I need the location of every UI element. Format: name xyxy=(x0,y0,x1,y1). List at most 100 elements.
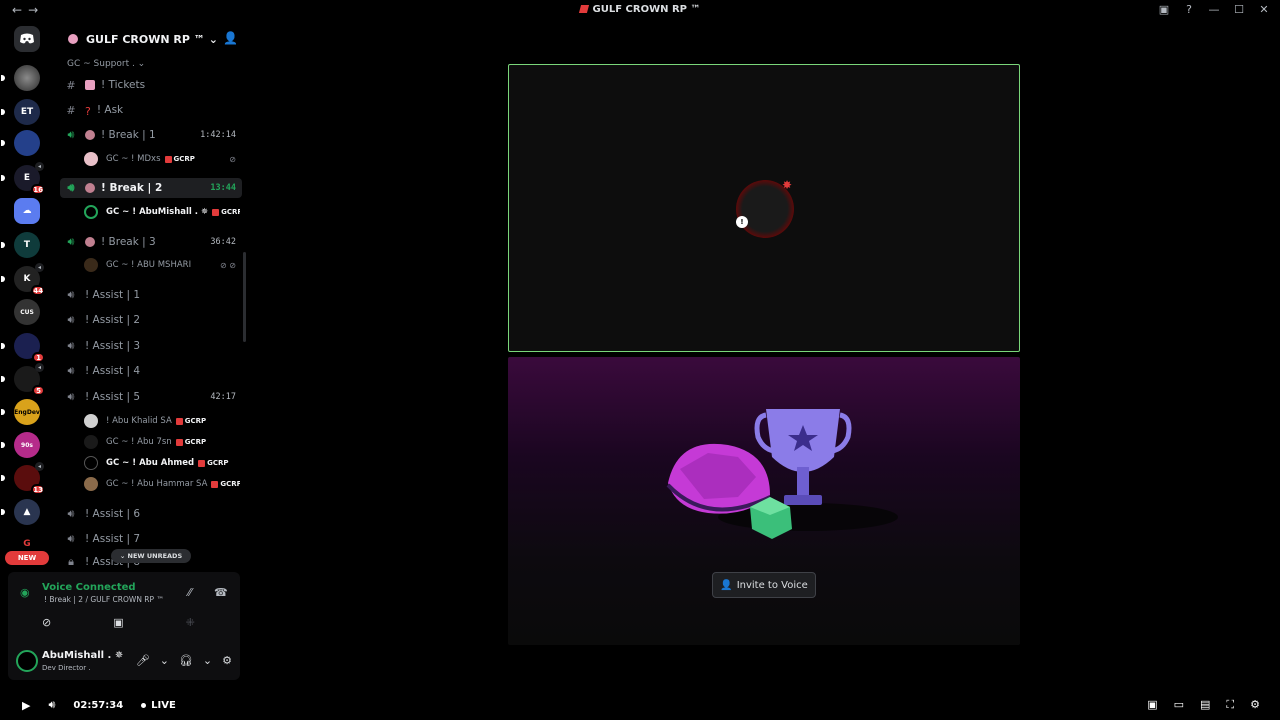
question-icon: ? xyxy=(85,105,91,118)
fullscreen-icon[interactable]: ⛶ xyxy=(1226,698,1234,712)
voice-user[interactable]: GC ~ ! ABU MSHARI ⊘ ⊘ xyxy=(84,256,240,274)
server-icon-teal[interactable]: T xyxy=(1,232,40,258)
server-icon-dark[interactable]: ◂ 5 xyxy=(1,363,45,396)
avatar xyxy=(84,258,98,272)
server-icon-sword[interactable]: 1 xyxy=(1,333,45,363)
server-icon-et2[interactable]: E ◂ 16 xyxy=(1,162,45,195)
voice-user[interactable]: GC ~ ! Abu 7sn GCRP xyxy=(84,433,240,451)
avatar xyxy=(84,152,98,166)
headphones-icon[interactable]: 🎧︎ xyxy=(179,654,193,667)
help-icon[interactable]: ? xyxy=(1183,3,1195,16)
channel-timer: 13:44 xyxy=(210,183,236,193)
hashtag-icon: # xyxy=(66,103,76,117)
server-icon-back90s[interactable]: 90s xyxy=(1,432,40,458)
screen-share-icon[interactable]: ▣ xyxy=(1158,3,1170,16)
close-button[interactable]: ✕ xyxy=(1258,3,1270,16)
speaker-icon: 🔊︎ xyxy=(67,313,75,326)
guild-tag: GCRP xyxy=(175,417,206,425)
channel-label: ! Break | 1 xyxy=(101,129,156,141)
speaker-icon: 🔊︎ xyxy=(67,288,75,301)
server-icon-blue[interactable] xyxy=(1,130,40,156)
theater-icon[interactable]: ▭ xyxy=(1174,698,1184,712)
channel-assist-4[interactable]: 🔊︎ ! Assist | 4 xyxy=(60,361,242,381)
user-panel: AbuMishall . ✵ Dev Director . 🎤︎ ⌄ 🎧︎ ⌄ … xyxy=(16,648,236,674)
channel-label: ! Assist | 4 xyxy=(85,365,141,377)
channel-assist-1[interactable]: 🔊︎ ! Assist | 1 xyxy=(60,285,242,305)
envelope-icon xyxy=(85,80,95,90)
server-icon-customs[interactable]: CUS xyxy=(14,299,40,325)
user-name: GC ~ ! AbuMishall . ✵ xyxy=(106,207,209,217)
guild-tag: GCRP xyxy=(212,208,240,216)
channel-label: ! Assist | 3 xyxy=(85,340,141,352)
category-support[interactable]: GC ~ Support . ⌄ xyxy=(67,59,145,69)
server-icon-engdev[interactable]: EngDev xyxy=(1,399,40,425)
channel-emoji-icon xyxy=(85,130,95,140)
voice-stage-tile[interactable]: ✸ ! xyxy=(508,64,1020,352)
microphone-icon[interactable]: 🎤︎ xyxy=(136,654,150,667)
avatar xyxy=(84,435,98,449)
server-icon-et[interactable]: ET xyxy=(1,99,40,125)
channel-break-2[interactable]: 🔊︎ ! Break | 2 13:44 xyxy=(60,178,242,198)
new-servers-pill[interactable]: NEW xyxy=(5,551,49,565)
channel-timer: 36:42 xyxy=(210,237,236,247)
server-icon-mountain[interactable]: ▲ xyxy=(1,499,40,525)
gear-icon[interactable]: ⚙ xyxy=(1250,698,1260,712)
minimize-button[interactable]: — xyxy=(1208,3,1220,16)
maximize-button[interactable]: ☐ xyxy=(1233,3,1245,16)
disconnect-icon[interactable]: ☎ xyxy=(214,586,228,599)
voice-user[interactable]: GC ~ ! Abu Hammar SA GCRP xyxy=(84,475,240,493)
miniplayer-icon[interactable]: ▣ xyxy=(1147,698,1157,712)
chevron-down-icon[interactable]: ⌄ xyxy=(203,654,212,667)
server-icon-red[interactable]: ◂ 13 xyxy=(1,462,45,495)
player-controls: ▶ 🔊︎ 02:57:34 LIVE xyxy=(22,698,176,712)
server-icon-kd[interactable]: K ◂ 44 xyxy=(1,263,45,296)
voice-user[interactable]: ! Abu Khalid SA GCRP xyxy=(84,412,240,430)
channel-timer: 42:17 xyxy=(210,392,236,402)
voice-user[interactable]: GC ~ ! MDxs GCRP ⊘ xyxy=(84,150,240,168)
channel-break-1[interactable]: 🔊︎ ! Break | 1 1:42:14 xyxy=(60,125,242,145)
channel-assist-2[interactable]: 🔊︎ ! Assist | 2 xyxy=(60,310,242,330)
avatar[interactable] xyxy=(16,650,38,672)
activities-icon[interactable]: ⁜ xyxy=(186,616,195,629)
channel-break-3[interactable]: 🔊︎ ! Break | 3 36:42 xyxy=(60,232,242,252)
turtle-trophy-illustration xyxy=(666,409,898,539)
gear-icon[interactable]: ⚙ xyxy=(222,654,232,667)
guild-logo-icon xyxy=(578,5,589,13)
channel-scrollbar[interactable] xyxy=(243,252,246,342)
channel-label: ! Assist | 7 xyxy=(85,533,141,545)
channel-tickets[interactable]: # ! Tickets xyxy=(60,75,242,95)
add-member-icon[interactable]: 👤 xyxy=(223,31,238,45)
window-title: GULF CROWN RP ™ xyxy=(0,4,1280,15)
noise-suppression-icon[interactable]: ⁄⁄ xyxy=(188,586,192,599)
speaker-icon: 🔊︎ xyxy=(67,364,75,377)
discord-home-icon[interactable] xyxy=(14,26,40,52)
voice-panel: ◉ Voice Connected ! Break | 2 / GULF CRO… xyxy=(8,572,240,680)
channel-label: ! Assist | 6 xyxy=(85,508,141,520)
chevron-down-icon[interactable]: ⌄ xyxy=(160,654,169,667)
new-unreads-pill[interactable]: ⌄ NEW UNREADS xyxy=(111,549,191,563)
signal-icon[interactable]: ◉ xyxy=(20,586,30,599)
channel-assist-5[interactable]: 🔊︎ ! Assist | 5 42:17 xyxy=(60,387,242,407)
add-user-icon: 👤 xyxy=(720,579,733,591)
channel-assist-7[interactable]: 🔊︎ ! Assist | 7 xyxy=(60,529,242,549)
user-name: GC ~ ! Abu Hammar SA xyxy=(106,479,208,489)
server-icon-emblem[interactable] xyxy=(1,65,40,91)
play-icon[interactable]: ▶ xyxy=(22,699,30,712)
cast-icon[interactable]: ▤ xyxy=(1200,698,1210,712)
voice-status: Voice Connected xyxy=(42,582,136,593)
camera-off-icon[interactable]: ⊘ xyxy=(42,616,51,629)
guild-tag: GCRP xyxy=(198,459,229,467)
voice-location[interactable]: ! Break | 2 / GULF CROWN RP ™ xyxy=(44,595,164,604)
server-icon-cloud[interactable]: ☁ xyxy=(14,198,40,224)
invite-to-voice-button[interactable]: 👤 Invite to Voice xyxy=(712,572,816,598)
guild-header[interactable]: GULF CROWN RP ™ ⌄ 👤 xyxy=(58,22,248,56)
voice-user[interactable]: GC ~ ! Abu Ahmed GCRP xyxy=(84,454,240,472)
channel-assist-6[interactable]: 🔊︎ ! Assist | 6 xyxy=(60,504,242,524)
channel-ask[interactable]: # ? ! Ask xyxy=(60,100,242,120)
channel-timer: 1:42:14 xyxy=(200,130,236,140)
channel-assist-3[interactable]: 🔊︎ ! Assist | 3 xyxy=(60,336,242,356)
voice-user[interactable]: GC ~ ! AbuMishall . ✵ GCRP xyxy=(84,203,240,221)
live-indicator[interactable]: LIVE xyxy=(141,700,176,711)
volume-icon[interactable]: 🔊︎ xyxy=(48,698,55,712)
screen-share-icon[interactable]: ▣ xyxy=(113,616,123,629)
